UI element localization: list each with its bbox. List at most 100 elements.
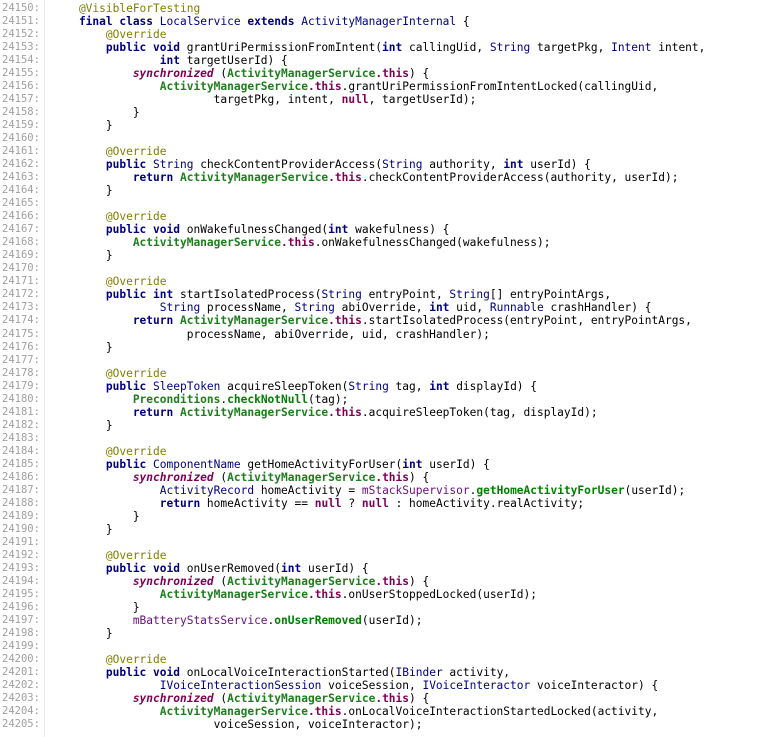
code-token: acquireSleepToken(	[227, 379, 349, 393]
code-token: ) {	[409, 470, 430, 484]
code-token: targetUserId) {	[186, 54, 288, 68]
code-token: @Override	[52, 653, 167, 666]
code-line: 24187: ActivityRecord homeActivity = mSt…	[0, 484, 758, 497]
code-token: , targetUserId);	[368, 93, 477, 107]
code-line: 24177:	[0, 354, 758, 367]
code-line: 24188: return homeActivity == null ? nul…	[0, 497, 758, 510]
code-token: ?	[341, 496, 362, 510]
code-editor[interactable]: 24150: @VisibleForTesting 24151: final cl…	[0, 0, 758, 737]
code-token: ActivityManagerService	[179, 405, 329, 419]
code-token: onUserRemoved	[274, 613, 362, 627]
code-token: public int	[52, 288, 180, 302]
code-token: LocalService	[159, 15, 241, 29]
code-line: 24153: public void grantUriPermissionFro…	[0, 41, 758, 54]
line-number: 24181:	[2, 405, 40, 418]
code-token: null	[341, 93, 369, 107]
code-token: public void	[52, 41, 187, 55]
code-token: ActivityManagerService	[52, 705, 308, 719]
code-token: @Override	[52, 210, 167, 224]
code-token: voiceInteractor) {	[536, 679, 659, 693]
code-token: .onUserStoppedLocked(userId);	[341, 587, 537, 601]
code-token: callingUid,	[409, 41, 490, 55]
line-number: 24172:	[2, 288, 40, 301]
code-token: .this	[307, 587, 342, 601]
code-token: }	[52, 600, 140, 614]
code-token: String	[52, 301, 207, 315]
code-token: int	[382, 41, 409, 55]
code-line: 24201: public void onLocalVoiceInteracti…	[0, 666, 758, 679]
code-token: (tag);	[307, 392, 349, 406]
code-line: 24185: public ComponentName getHomeActiv…	[0, 458, 758, 471]
code-token: int	[503, 158, 531, 172]
code-token: ActivityManagerService	[179, 314, 329, 328]
code-token: null	[314, 496, 342, 510]
line-number: 24187:	[2, 483, 40, 496]
code-token: synchronized	[52, 692, 221, 706]
code-token: }	[52, 119, 113, 133]
code-line: 24176: }	[0, 341, 758, 354]
code-text: @Override	[52, 145, 167, 158]
code-text: }	[52, 184, 113, 197]
code-line: 24204: ActivityManagerService.this.onLoc…	[0, 705, 758, 718]
code-token: ActivityManagerService	[227, 692, 376, 706]
code-token: .this	[307, 80, 342, 94]
code-text: synchronized (ActivityManagerService.thi…	[52, 692, 429, 705]
code-token: }	[52, 626, 113, 640]
line-number: 24189:	[2, 509, 40, 522]
code-line: 24183:	[0, 432, 758, 445]
code-line: 24161: @Override	[0, 145, 758, 158]
code-token: displayId) {	[456, 379, 538, 393]
code-line: 24173: String processName, String abiOve…	[0, 301, 758, 314]
code-text: String processName, String abiOverride, …	[52, 301, 652, 314]
line-number: 24170:	[2, 262, 40, 275]
code-text: return ActivityManagerService.this.start…	[52, 314, 692, 327]
line-number: 24204:	[2, 705, 40, 718]
code-token: .this	[375, 692, 410, 706]
code-line: 24165:	[0, 197, 758, 210]
code-line: 24169: }	[0, 249, 758, 262]
line-number: 24182:	[2, 418, 40, 431]
code-token: .this	[328, 171, 362, 185]
code-token: ActivityManagerService	[179, 171, 329, 185]
code-token: .this	[375, 67, 410, 81]
code-token: crashHandler) {	[550, 301, 652, 315]
line-number: 24152:	[2, 28, 40, 41]
code-token: String	[489, 41, 537, 55]
code-token: }	[52, 184, 113, 198]
code-text: targetPkg, intent, null, targetUserId);	[52, 93, 477, 107]
line-number: 24183:	[2, 431, 40, 444]
line-number: 24184:	[2, 444, 40, 457]
line-number: 24166:	[2, 210, 40, 223]
code-token: Runnable	[489, 301, 551, 315]
code-token: String	[153, 158, 201, 172]
code-line: 24162: public String checkContentProvide…	[0, 158, 758, 171]
line-number: 24202:	[2, 679, 40, 692]
code-text: public void onLocalVoiceInteractionStart…	[52, 666, 510, 679]
code-token: Intent	[611, 41, 659, 55]
code-text: synchronized (ActivityManagerService.thi…	[52, 67, 429, 80]
code-token: .this	[375, 470, 410, 484]
code-token: @Override	[52, 275, 167, 289]
code-token: .grantUriPermissionFromIntentLocked(call…	[341, 80, 659, 94]
code-token: IVoiceInteractionSession	[52, 679, 329, 693]
code-line: 24179: public SleepToken acquireSleepTok…	[0, 380, 758, 393]
code-line: 24172: public int startIsolatedProcess(S…	[0, 288, 758, 301]
code-token: wakefulness) {	[355, 223, 450, 237]
code-token: ActivityManagerService	[227, 574, 376, 588]
code-token: mBatteryStatsService	[52, 613, 268, 627]
line-number: 24185:	[2, 457, 40, 470]
code-text: ActivityManagerService.this.onWakefulnes…	[52, 236, 551, 250]
code-token: }	[52, 249, 113, 263]
code-text: @Override	[52, 653, 167, 666]
code-token: .this	[281, 236, 315, 250]
line-number: 24191:	[2, 535, 40, 548]
code-line: 24152: @Override	[0, 28, 758, 41]
code-token: userId) {	[307, 561, 369, 575]
code-token: return	[52, 405, 180, 419]
code-line: 24193: public void onUserRemoved(int use…	[0, 562, 758, 575]
code-token: ComponentName	[153, 457, 248, 471]
code-token: @Override	[52, 444, 167, 458]
code-text: public String checkContentProviderAccess…	[52, 158, 591, 171]
code-token: final class	[52, 15, 160, 29]
code-token: userId) {	[530, 158, 591, 172]
